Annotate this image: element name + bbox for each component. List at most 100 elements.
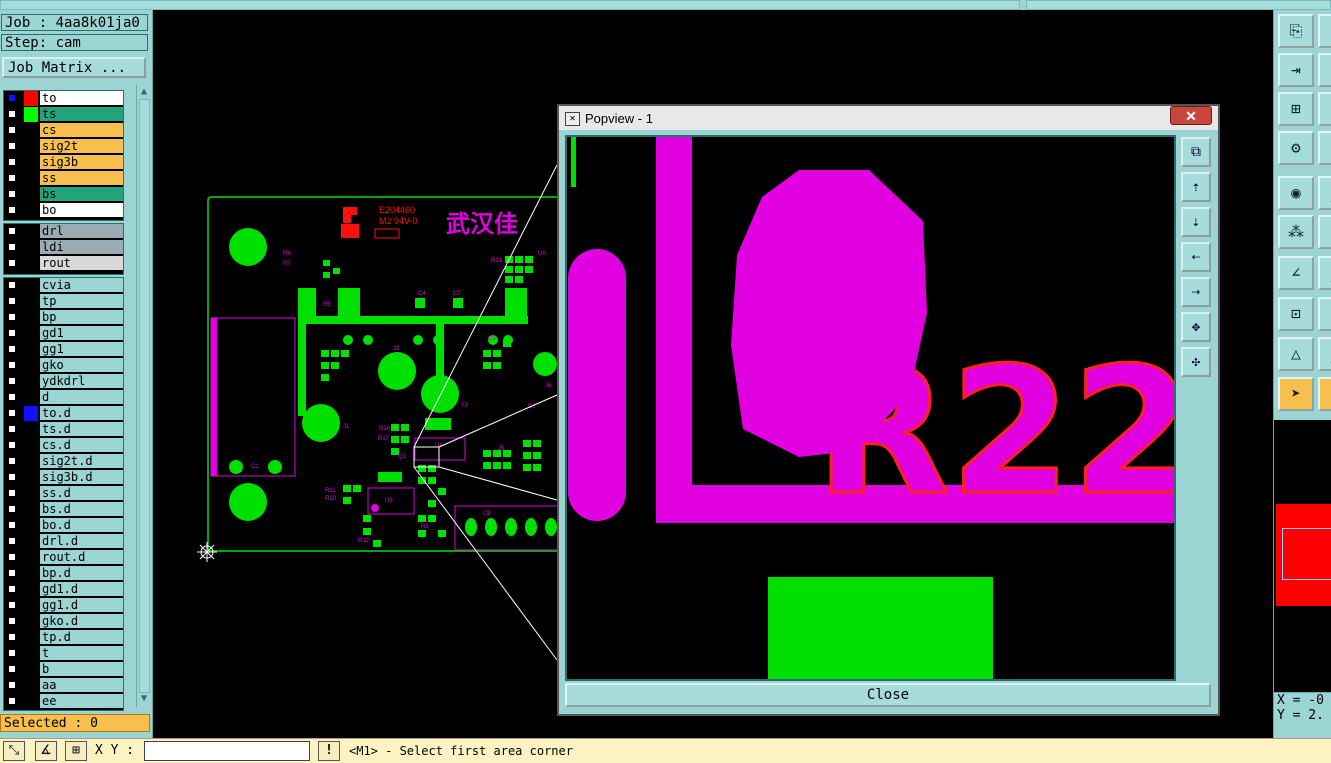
layer-checkbox[interactable] [8, 569, 16, 577]
layer-name[interactable]: t [40, 646, 123, 660]
layer-row-ydkdrl[interactable]: ydkdrl [4, 374, 123, 389]
layer-checkbox[interactable] [8, 601, 16, 609]
layer-checkbox[interactable] [8, 505, 16, 513]
layer-name[interactable]: bs.d [40, 502, 123, 516]
layer-name[interactable]: sig2t.d [40, 454, 123, 468]
layer-checkbox[interactable] [8, 142, 16, 150]
layer-checkbox[interactable] [8, 521, 16, 529]
layer-name[interactable]: bp [40, 310, 123, 324]
tool-icon[interactable]: □ [1318, 53, 1331, 87]
copy-icon[interactable]: ⎘ [1278, 14, 1314, 48]
snap-icon[interactable]: ⤡ [3, 741, 25, 761]
xy-input[interactable] [144, 741, 310, 761]
layer-name[interactable]: ss.d [40, 486, 123, 500]
layer-checkbox[interactable] [8, 110, 16, 118]
pan-down-icon[interactable]: ⇣ [1181, 207, 1211, 237]
layer-row-bo[interactable]: bo [4, 203, 123, 218]
layer-name[interactable]: to.d [40, 406, 123, 420]
layer-name[interactable]: sig3b [40, 155, 123, 169]
layer-checkbox[interactable] [8, 281, 16, 289]
layer-checkbox[interactable] [8, 457, 16, 465]
layer-name[interactable]: bs [40, 187, 123, 201]
layer-checkbox[interactable] [8, 313, 16, 321]
grid-icon[interactable]: ⊞ [65, 741, 87, 761]
layer-checkbox[interactable] [8, 441, 16, 449]
layer-checkbox[interactable] [8, 617, 16, 625]
layer-name[interactable]: to [40, 91, 123, 105]
layer-row-gd1-d[interactable]: gd1.d [4, 582, 123, 597]
layer-name[interactable]: ts [40, 107, 123, 121]
layer-row-gg1[interactable]: gg1 [4, 342, 123, 357]
layer-row-ee[interactable]: ee [4, 694, 123, 709]
layer-name[interactable]: sig3b.d [40, 470, 123, 484]
scroll-down-icon[interactable]: ▼ [138, 693, 150, 705]
tool-icon[interactable]: ╱ [1318, 256, 1331, 290]
layer-checkbox[interactable] [8, 377, 16, 385]
pad-icon[interactable]: ◉ [1278, 176, 1314, 210]
layer-name[interactable]: ldi [40, 240, 123, 254]
line-icon[interactable]: ╱ [1318, 176, 1331, 210]
zoom-window-icon[interactable]: ⧉ [1181, 137, 1211, 167]
layer-row-cs[interactable]: cs [4, 123, 123, 138]
zoom-out-icon[interactable]: ✣ [1181, 347, 1211, 377]
layer-name[interactable]: ee [40, 694, 123, 708]
layer-checkbox[interactable] [8, 174, 16, 182]
layer-row-bp[interactable]: bp [4, 310, 123, 325]
layer-checkbox[interactable] [8, 190, 16, 198]
layer-checkbox[interactable] [8, 425, 16, 433]
layer-checkbox[interactable] [8, 665, 16, 673]
tool-icon[interactable]: □ [1318, 14, 1331, 48]
layer-name[interactable]: rout [40, 256, 123, 270]
layer-name[interactable]: b [40, 662, 123, 676]
layer-row-tp[interactable]: tp [4, 294, 123, 309]
select-area-icon[interactable]: ⊡ [1278, 297, 1314, 331]
settings-icon[interactable]: ⚙ [1278, 131, 1314, 165]
layer-row-drl[interactable]: drl [4, 224, 123, 239]
layer-scrollbar[interactable]: ▲ ▼ [136, 85, 151, 707]
popview-canvas[interactable]: R22 [565, 135, 1176, 681]
layer-name[interactable]: gg1.d [40, 598, 123, 612]
layer-name[interactable]: ts.d [40, 422, 123, 436]
layer-name[interactable]: bo [40, 203, 123, 217]
layer-row-sig2t-d[interactable]: sig2t.d [4, 454, 123, 469]
scroll-up-icon[interactable]: ▲ [138, 86, 150, 98]
layer-checkbox[interactable] [8, 681, 16, 689]
layer-row-bo-d[interactable]: bo.d [4, 518, 123, 533]
layer-name[interactable]: bo.d [40, 518, 123, 532]
pointer-icon[interactable]: ➤ [1278, 377, 1314, 411]
layer-row-ss-d[interactable]: ss.d [4, 486, 123, 501]
layer-checkbox[interactable] [8, 473, 16, 481]
layer-checkbox[interactable] [8, 94, 16, 102]
layer-row-bp-d[interactable]: bp.d [4, 566, 123, 581]
job-matrix-button[interactable]: Job Matrix ... [2, 57, 146, 78]
layer-checkbox[interactable] [8, 259, 16, 267]
layer-checkbox[interactable] [8, 537, 16, 545]
layer-row-rout[interactable]: rout [4, 256, 123, 271]
layer-checkbox[interactable] [8, 393, 16, 401]
angle-icon[interactable]: ∡ [35, 741, 57, 761]
layer-name[interactable]: cs [40, 123, 123, 137]
layer-checkbox[interactable] [8, 361, 16, 369]
layer-name[interactable]: cs.d [40, 438, 123, 452]
fit-icon[interactable]: ⊞ [1278, 92, 1314, 126]
layer-name[interactable]: drl [40, 224, 123, 238]
layer-checkbox[interactable] [8, 489, 16, 497]
tool-icon[interactable]: ● [1318, 131, 1331, 165]
layer-row-d[interactable]: d [4, 390, 123, 405]
layer-row-rout-d[interactable]: rout.d [4, 550, 123, 565]
layer-checkbox[interactable] [8, 158, 16, 166]
layer-row-drl-d[interactable]: drl.d [4, 534, 123, 549]
tool-icon[interactable]: ┿ [1318, 297, 1331, 331]
zoom-in-icon[interactable]: ✥ [1181, 312, 1211, 342]
layer-row-cs-d[interactable]: cs.d [4, 438, 123, 453]
layer-row-to[interactable]: to [4, 91, 123, 106]
layer-name[interactable]: cvia [40, 278, 123, 292]
tool-icon[interactable]: ▢ [1318, 377, 1331, 411]
layer-row-b[interactable]: b [4, 662, 123, 677]
pan-up-icon[interactable]: ⇡ [1181, 172, 1211, 202]
layer-checkbox[interactable] [8, 409, 16, 417]
layer-name[interactable]: gko [40, 358, 123, 372]
layer-checkbox[interactable] [8, 206, 16, 214]
layer-checkbox[interactable] [8, 649, 16, 657]
layer-name[interactable]: rout.d [40, 550, 123, 564]
